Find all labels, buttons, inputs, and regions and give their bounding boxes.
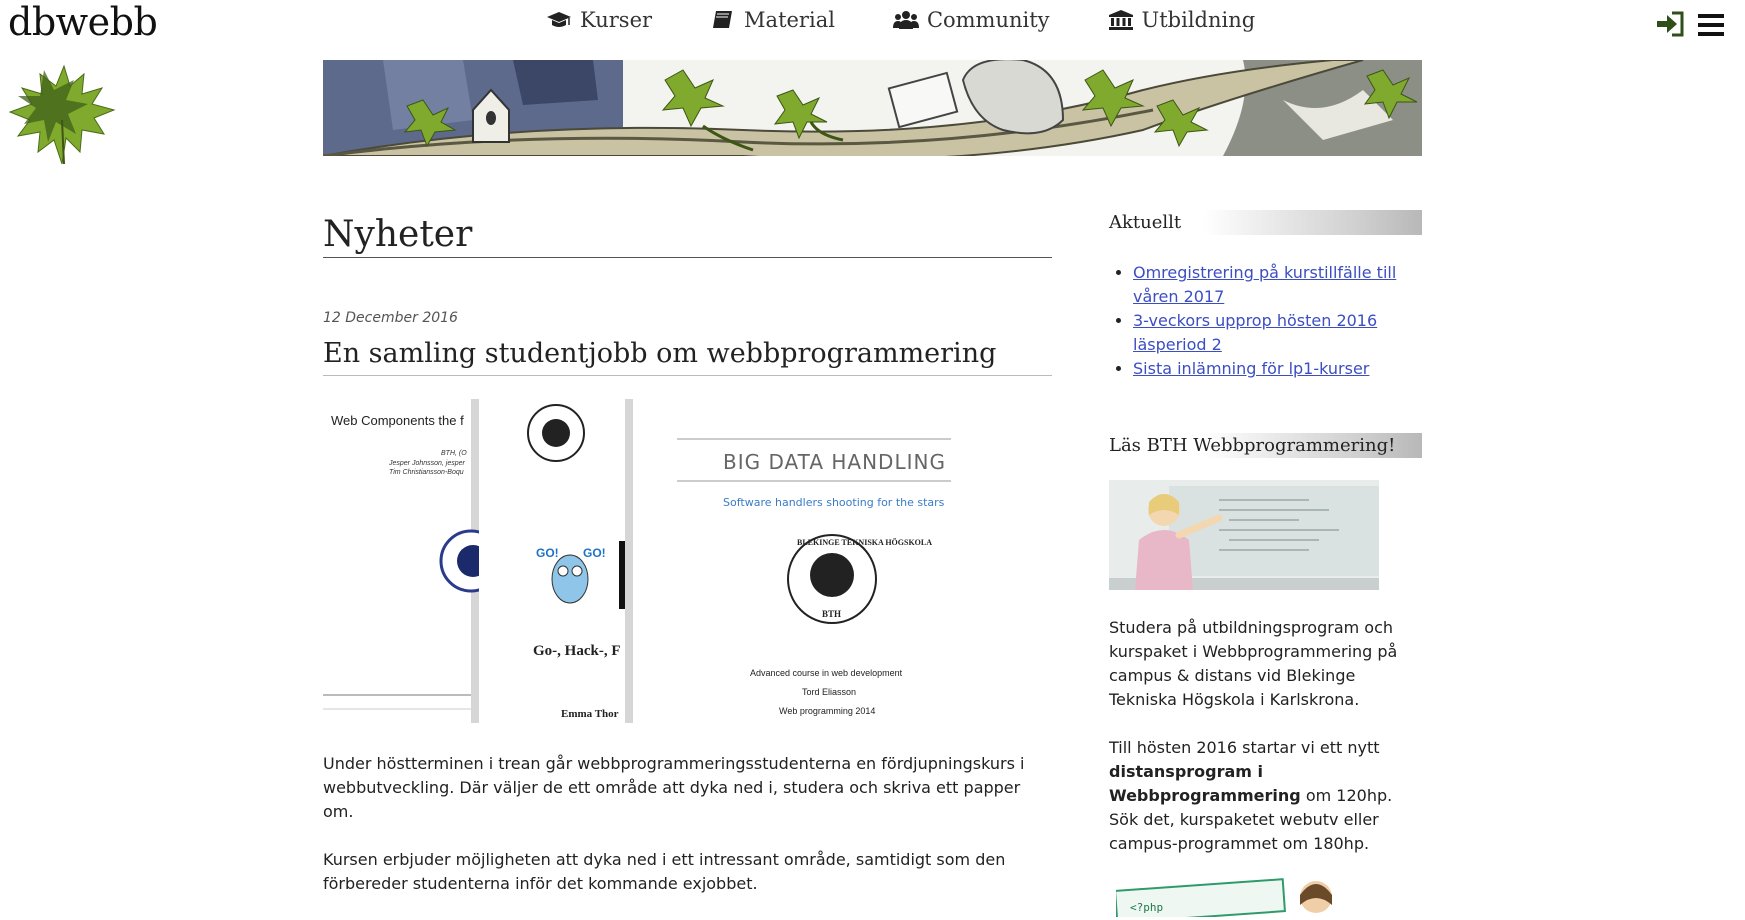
- nav-label: Utbildning: [1141, 8, 1256, 32]
- doc2-go-label: GO!: [583, 546, 606, 560]
- aktuellt-item: Sista inlämning för lp1-kurser: [1133, 357, 1422, 381]
- post-image-collage[interactable]: Web Components the f BTH, (O Jesper John…: [323, 399, 955, 723]
- sidebar: Aktuellt Omregistrering på kurstillfälle…: [1109, 210, 1422, 880]
- promo-teacher-photo[interactable]: [1109, 480, 1379, 590]
- doc3-title: BIG DATA HANDLING: [723, 450, 946, 474]
- doc1-line: BTH, (O: [441, 450, 467, 457]
- promo-php-photo[interactable]: <?php: [1116, 875, 1346, 917]
- post-body: Under höstterminen i trean går webbprogr…: [323, 752, 1052, 896]
- aktuellt-link-sista-inlamning[interactable]: Sista inlämning för lp1-kurser: [1133, 359, 1369, 378]
- doc1-line: Jesper Johnsson, jesper: [388, 460, 466, 467]
- doc1-line: Tim Christiansson-Boqu: [389, 469, 464, 476]
- post-title[interactable]: En samling studentjobb om webbprogrammer…: [323, 338, 1052, 376]
- aktuellt-list: Omregistrering på kurstillfälle till vår…: [1109, 261, 1422, 381]
- main-nav: Kurser Material Community Utbildning: [546, 8, 1255, 32]
- doc2-title: Go-, Hack-, F: [533, 643, 621, 659]
- doc3-subtitle: Software handlers shooting for the stars: [723, 496, 945, 509]
- promo-paragraph: Studera på utbildningsprogram och kurspa…: [1109, 618, 1398, 709]
- aktuellt-section: Aktuellt Omregistrering på kurstillfälle…: [1109, 210, 1422, 381]
- promo-text-fragment: Till hösten 2016 startar vi ett nytt: [1109, 738, 1380, 757]
- graduation-cap-icon: [547, 12, 571, 27]
- doc3-footer-line: Web programming 2014: [779, 706, 875, 716]
- promo-heading: Läs BTH Webbprogrammering!: [1109, 433, 1422, 458]
- doc3-seal-bottom: BTH: [822, 609, 841, 619]
- promo-text: Studera på utbildningsprogram och kurspa…: [1109, 616, 1422, 856]
- aktuellt-item: Omregistrering på kurstillfälle till vår…: [1133, 261, 1422, 309]
- nav-item-material[interactable]: Material: [710, 8, 835, 32]
- doc2-go-label: GO!: [536, 546, 559, 560]
- nav-item-community[interactable]: Community: [892, 8, 1050, 32]
- doc3-footer-line: Advanced course in web development: [750, 668, 903, 678]
- nav-item-kurser[interactable]: Kurser: [546, 8, 652, 32]
- doc3-footer-line: Tord Eliasson: [802, 687, 856, 697]
- nav-label: Community: [926, 8, 1050, 32]
- nav-label: Material: [744, 8, 835, 32]
- nav-label: Kurser: [580, 8, 653, 32]
- promo-bold-text: distansprogram i Webbprogrammering: [1109, 762, 1301, 805]
- doc2-author: Emma Thor: [561, 708, 619, 720]
- post-date: 12 December 2016: [323, 310, 458, 326]
- aktuellt-item: 3-veckors upprop hösten 2016 läsperiod 2: [1133, 309, 1422, 357]
- site-logo[interactable]: dbwebb: [8, 0, 158, 44]
- nav-item-utbildning[interactable]: Utbildning: [1108, 8, 1256, 32]
- post-paragraph: Under höstterminen i trean går webbprogr…: [323, 754, 1025, 821]
- promo-section: Läs BTH Webbprogrammering! Studera på ut…: [1109, 433, 1422, 856]
- users-icon: [892, 11, 919, 29]
- aktuellt-link-upprop[interactable]: 3-veckors upprop hösten 2016 läsperiod 2: [1133, 311, 1377, 354]
- page-title: Nyheter: [323, 205, 1052, 258]
- maple-leaf-icon: [8, 64, 116, 165]
- post-paragraph: Kursen erbjuder möjligheten att dyka ned…: [323, 850, 1006, 893]
- book-icon: [713, 11, 733, 28]
- header-banner-illustration: [323, 60, 1422, 156]
- login-icon[interactable]: [1655, 10, 1685, 38]
- doc3-seal-text: BLEKINGE TEKNISKA HÖGSKOLA: [797, 538, 932, 547]
- aktuellt-heading: Aktuellt: [1109, 210, 1422, 235]
- promo-paragraph: Till hösten 2016 startar vi ett nytt dis…: [1109, 736, 1422, 856]
- main-content: Nyheter 12 December 2016 En samling stud…: [323, 205, 1052, 920]
- post-title-text: En samling studentjobb om webbprogrammer…: [323, 338, 997, 369]
- aktuellt-link-omregistrering[interactable]: Omregistrering på kurstillfälle till vår…: [1133, 263, 1396, 306]
- doc1-title: Web Components the f: [331, 413, 464, 428]
- php-code-snippet: <?php: [1130, 901, 1163, 914]
- university-icon: [1108, 10, 1133, 30]
- news-post: 12 December 2016 En samling studentjobb …: [323, 310, 1052, 896]
- hamburger-menu-icon[interactable]: [1696, 12, 1726, 38]
